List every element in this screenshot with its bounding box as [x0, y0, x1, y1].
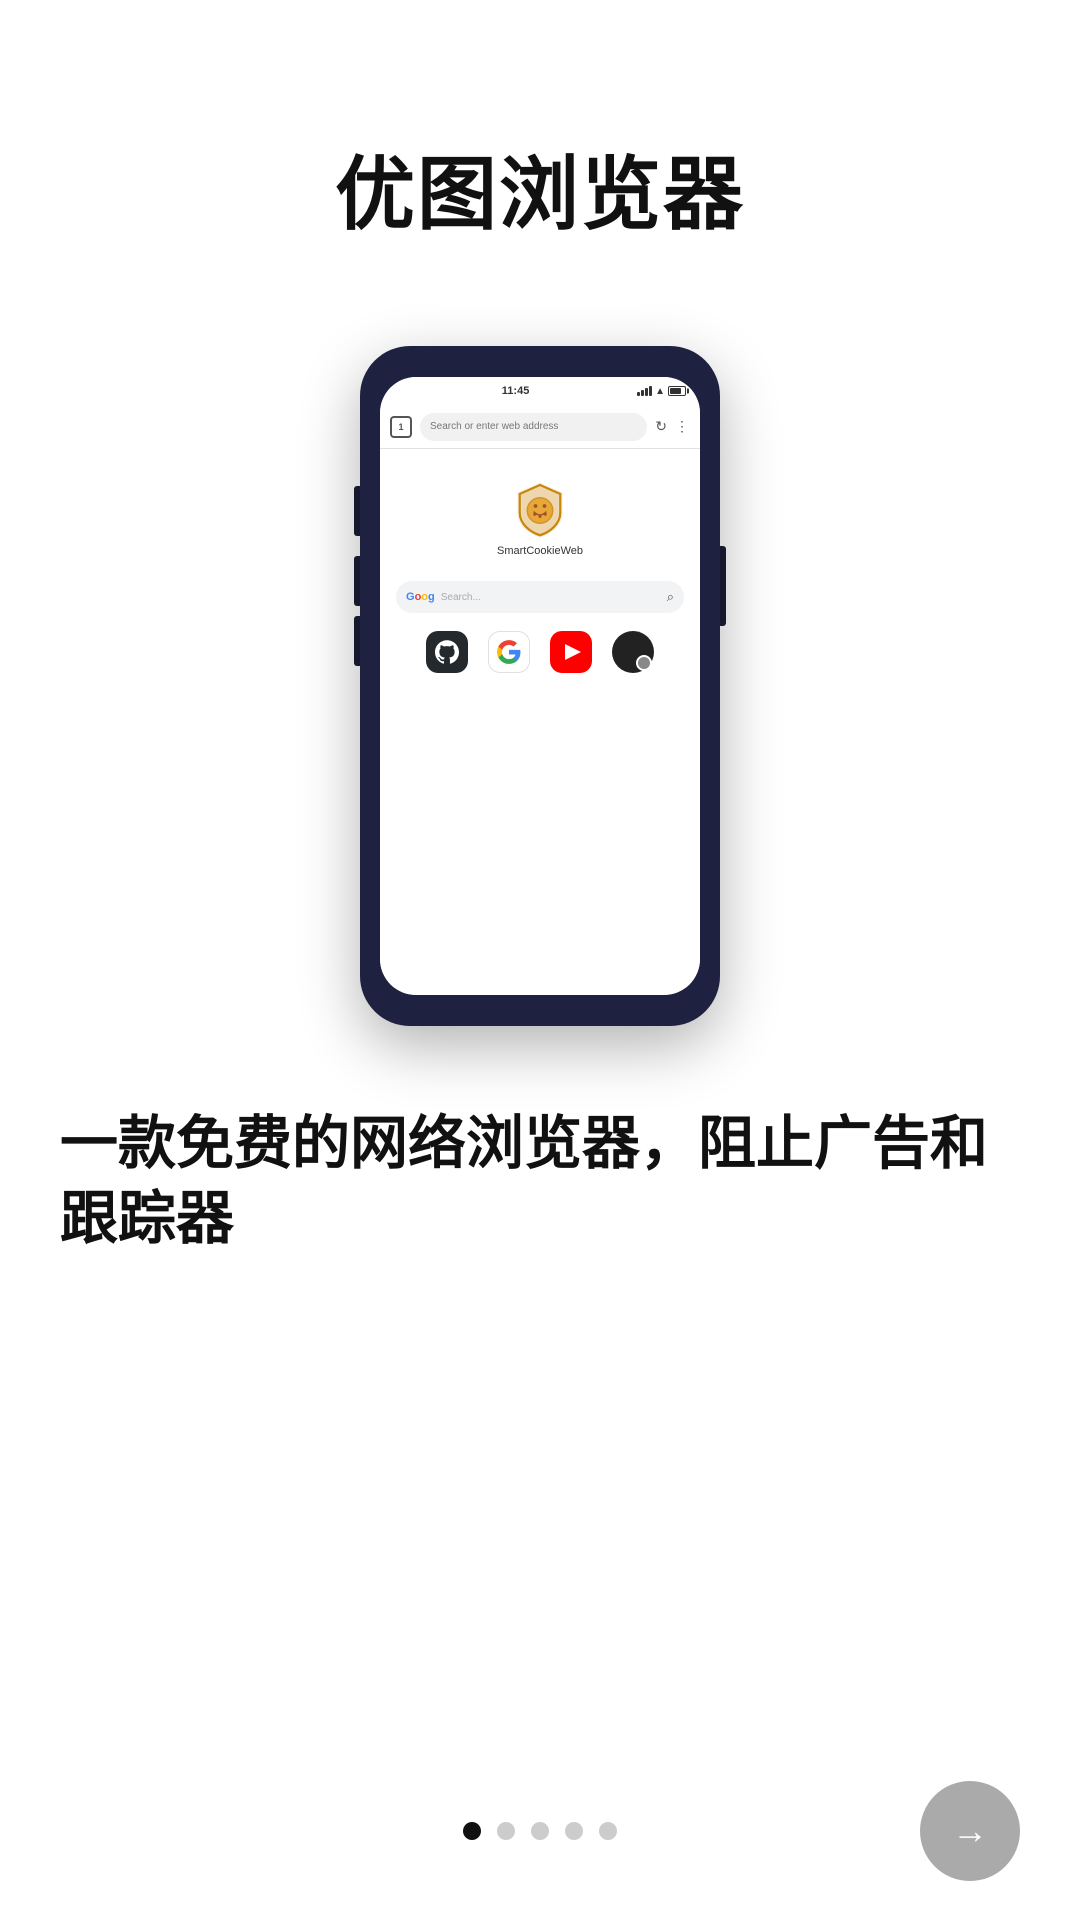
shortcuts-row — [426, 631, 654, 673]
address-bar[interactable]: 1 Search or enter web address ↻ ⋮ — [380, 405, 700, 449]
dot-5[interactable] — [599, 1822, 617, 1840]
github-icon — [426, 631, 468, 673]
dot-2[interactable] — [497, 1822, 515, 1840]
scw-logo: SmartCookieWeb — [497, 479, 583, 557]
address-field[interactable]: Search or enter web address — [420, 413, 647, 441]
app-title: 优图浏览器 — [335, 130, 745, 246]
subtitle-text: 一款免费的网络浏览器，阻止广告和跟踪器 — [0, 1106, 1080, 1257]
address-placeholder: Search or enter web address — [430, 421, 558, 432]
battery-icon — [668, 386, 686, 396]
google-search-placeholder: Search... — [441, 592, 661, 603]
next-button[interactable]: → — [920, 1781, 1020, 1881]
status-time: 11:45 — [502, 385, 530, 397]
google-g-icon: Goog — [406, 591, 435, 603]
bottom-navigation: → — [0, 1822, 1080, 1840]
shortcut-google[interactable] — [488, 631, 530, 673]
status-right: ▲ — [637, 386, 686, 397]
play-icon — [565, 644, 581, 660]
phone-screen: 11:45 ▲ 1 — [380, 377, 700, 995]
dot-1[interactable] — [463, 1822, 481, 1840]
scw-shield-icon — [510, 479, 570, 539]
youtube-icon — [550, 631, 592, 673]
refresh-icon[interactable]: ↻ — [655, 418, 667, 435]
dot-4[interactable] — [565, 1822, 583, 1840]
google-search-bar[interactable]: Goog Search... ⌕ — [396, 581, 684, 613]
status-bar: 11:45 ▲ — [380, 377, 700, 405]
wifi-icon: ▲ — [655, 386, 665, 397]
signal-icon — [637, 386, 652, 396]
google-icon — [488, 631, 530, 673]
shortcut-youtube[interactable] — [550, 631, 592, 673]
github-logo-icon — [435, 640, 459, 664]
phone-shell: 11:45 ▲ 1 — [360, 346, 720, 1026]
tab-count-icon[interactable]: 1 — [390, 416, 412, 438]
phone-mockup: 11:45 ▲ 1 — [360, 346, 720, 1026]
scw-label: SmartCookieWeb — [497, 545, 583, 557]
next-arrow-icon: → — [952, 1810, 988, 1852]
menu-icon[interactable]: ⋮ — [675, 418, 690, 435]
dot-3[interactable] — [531, 1822, 549, 1840]
shortcut-github[interactable] — [426, 631, 468, 673]
search-lens-icon[interactable]: ⌕ — [667, 589, 674, 605]
dark-circle-icon — [612, 631, 654, 673]
pagination-dots — [463, 1822, 617, 1840]
browser-content: SmartCookieWeb Goog Search... ⌕ — [380, 449, 700, 995]
shortcut-dark[interactable] — [612, 631, 654, 673]
